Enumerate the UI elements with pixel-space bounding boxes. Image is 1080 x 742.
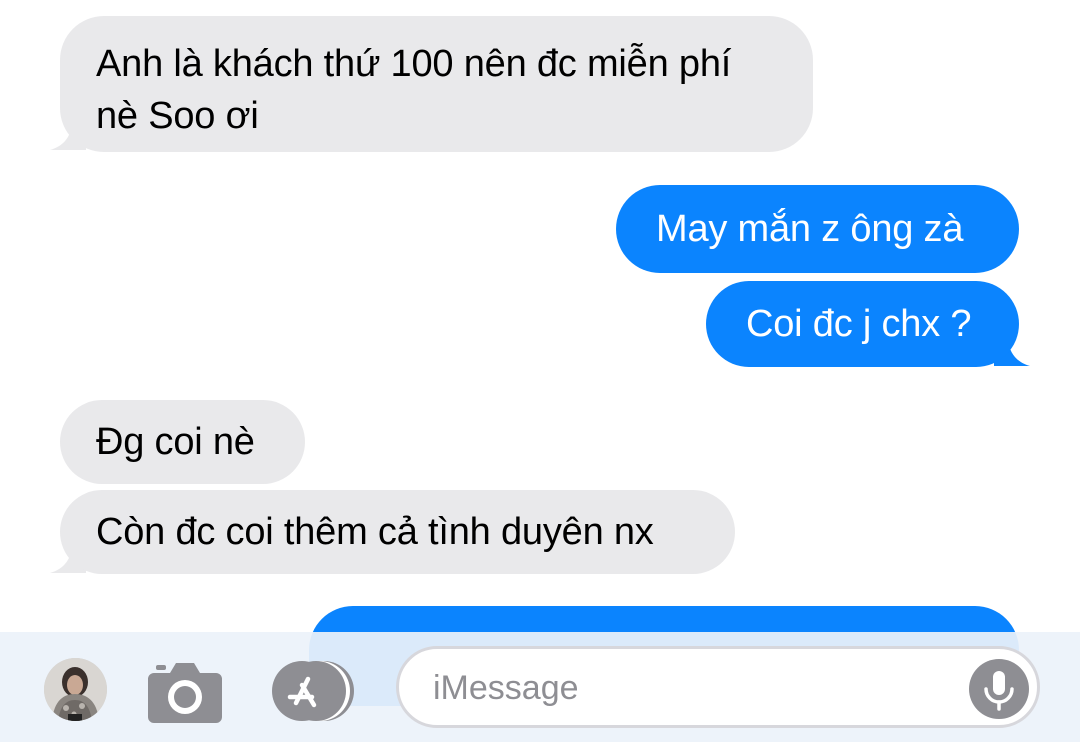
microphone-button[interactable] [969, 659, 1029, 719]
camera-icon [148, 663, 222, 723]
app-store-icon [272, 661, 354, 721]
incoming-message-bubble[interactable]: Đg coi nè [60, 400, 305, 484]
incoming-message-bubble[interactable]: Còn đc coi thêm cả tình duyên nx [60, 490, 735, 574]
message-text: Còn đc coi thêm cả tình duyên nx [96, 511, 654, 553]
message-text: Đg coi nè [96, 421, 255, 463]
outgoing-message-bubble[interactable]: May mắn z ông zà [616, 185, 1019, 273]
imessage-conversation: Anh là khách thứ 100 nên đc miễn phí nè … [0, 0, 1080, 742]
microphone-icon [984, 671, 1014, 711]
camera-button[interactable] [148, 657, 222, 723]
outgoing-message-bubble[interactable]: Coi đc j chx ? [706, 281, 1019, 367]
message-thread[interactable]: Anh là khách thứ 100 nên đc miễn phí nè … [0, 0, 1080, 742]
incoming-message-bubble[interactable]: Anh là khách thứ 100 nên đc miễn phí nè … [60, 16, 813, 152]
message-input-field[interactable] [396, 646, 1040, 728]
message-text: Coi đc j chx ? [746, 303, 972, 345]
avatar-photo [44, 658, 107, 721]
contact-avatar[interactable] [44, 658, 107, 721]
message-text: May mắn z ông zà [656, 208, 964, 250]
message-text: Anh là khách thứ 100 nên đc miễn phí nè … [96, 43, 732, 137]
message-input[interactable] [433, 663, 953, 713]
apps-button[interactable] [270, 659, 356, 723]
